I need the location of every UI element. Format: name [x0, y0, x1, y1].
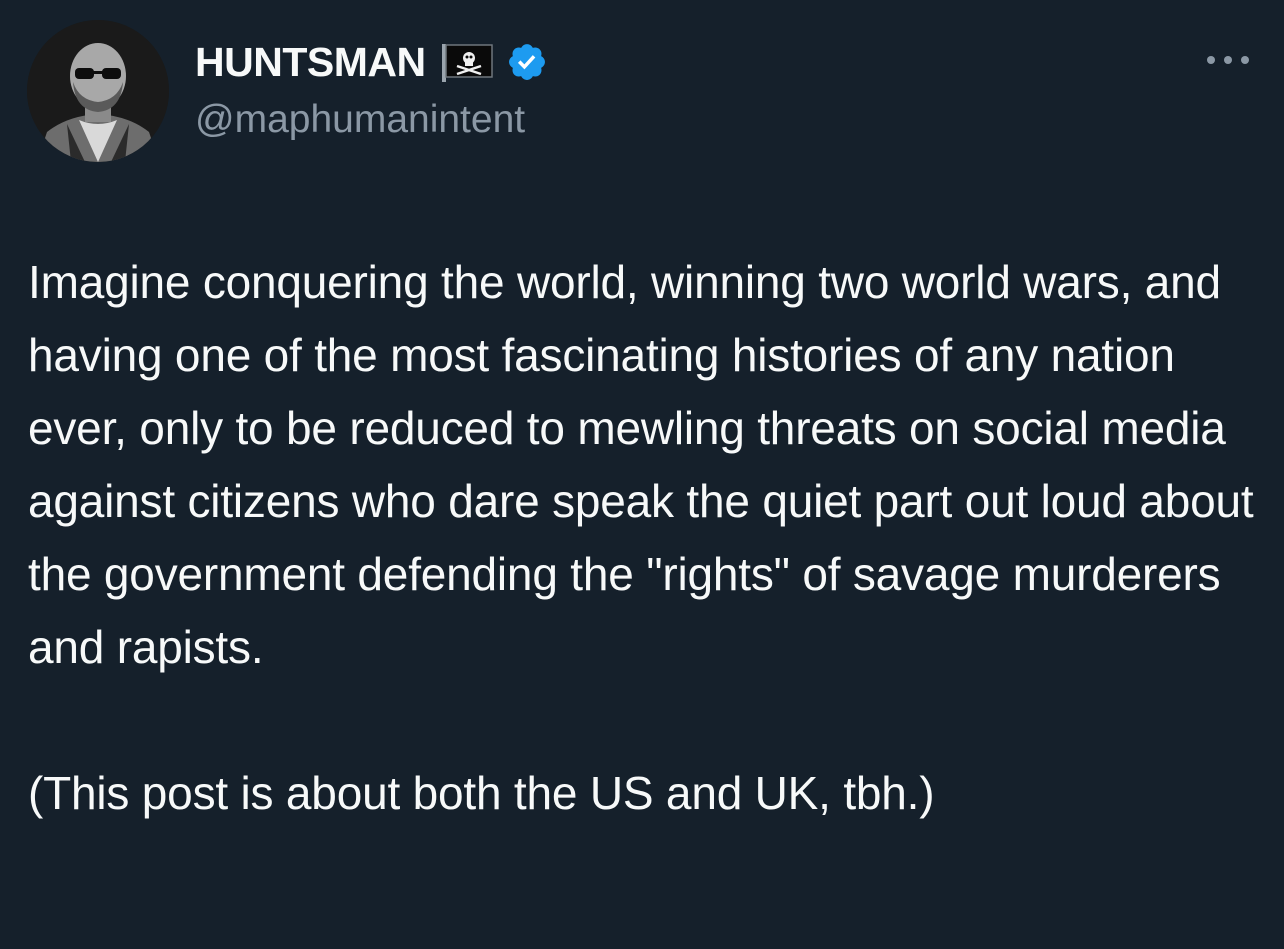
avatar[interactable]: [27, 20, 169, 162]
user-handle[interactable]: @maphumanintent: [195, 98, 548, 142]
tweet-header: HUNTSMAN @maphumanintent: [195, 38, 548, 142]
display-name[interactable]: HUNTSMAN: [195, 39, 426, 86]
tweet-card: HUNTSMAN @maphumanintent Imagine conquer…: [0, 0, 1284, 949]
tweet-paragraph: (This post is about both the US and UK, …: [28, 767, 935, 819]
more-options-icon[interactable]: [1204, 52, 1252, 68]
verified-icon[interactable]: [506, 41, 548, 83]
tweet-text: Imagine conquering the world, winning tw…: [28, 246, 1258, 830]
name-row: HUNTSMAN: [195, 38, 548, 86]
pirate-flag-icon: [440, 42, 496, 82]
tweet-paragraph: Imagine conquering the world, winning tw…: [28, 256, 1267, 673]
